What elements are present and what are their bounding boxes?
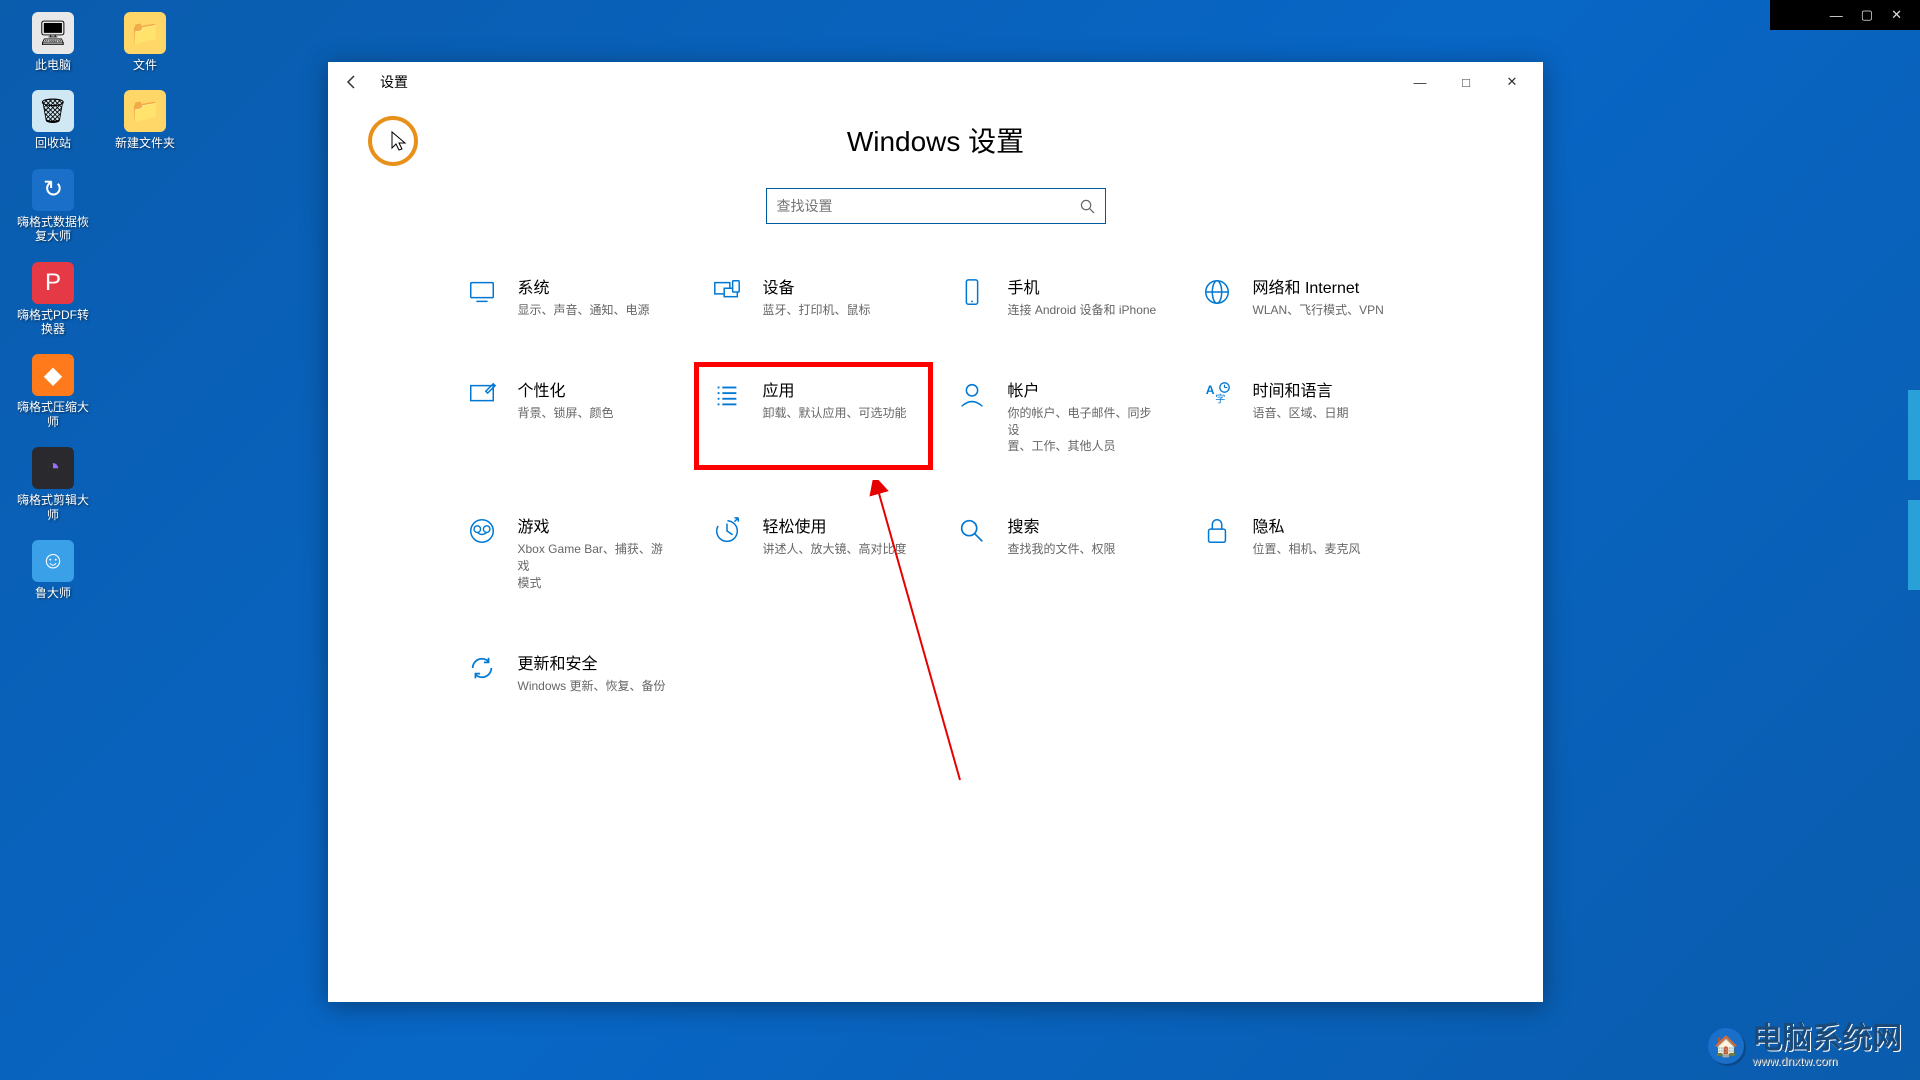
window-title: 设置	[380, 72, 408, 92]
recovery-icon: ↻	[32, 169, 74, 211]
browser-close[interactable]: ✕	[1891, 7, 1902, 23]
desktop: 🖥此电脑 📁文件 🗑回收站 📁新建文件夹 ↻嗨格式数据恢 复大师 P嗨格式PDF…	[8, 12, 190, 600]
personalize-icon	[464, 377, 500, 413]
category-desc: 位置、相机、麦克风	[1253, 541, 1361, 558]
category-gaming[interactable]: 游戏 Xbox Game Bar、捕获、游戏模式	[456, 505, 681, 599]
category-desc: 语音、区域、日期	[1253, 405, 1349, 422]
category-desc: 背景、锁屏、颜色	[518, 405, 614, 422]
network-icon	[1199, 274, 1235, 310]
back-button[interactable]	[336, 66, 368, 98]
category-title: 系统	[518, 274, 650, 298]
search-input[interactable]	[777, 198, 1080, 214]
category-title: 时间和语言	[1253, 377, 1349, 401]
category-title: 更新和安全	[518, 650, 666, 674]
category-update[interactable]: 更新和安全 Windows 更新、恢复、备份	[456, 642, 681, 703]
category-desc: 卸载、默认应用、可选功能	[763, 405, 907, 422]
category-title: 帐户	[1008, 377, 1163, 401]
update-icon	[464, 650, 500, 686]
desktop-icon-clip[interactable]: ◔嗨格式剪辑大 师	[8, 447, 98, 522]
category-desc: 显示、声音、通知、电源	[518, 302, 650, 319]
desktop-icon-ludashi[interactable]: ☺鲁大师	[8, 540, 98, 600]
category-title: 应用	[763, 377, 907, 401]
folder-icon: 📁	[124, 90, 166, 132]
computer-icon: 🖥	[32, 12, 74, 54]
desktop-icon-newfolder[interactable]: 📁新建文件夹	[100, 90, 190, 150]
browser-titlebar: — ▢ ✕	[1770, 0, 1920, 30]
category-title: 个性化	[518, 377, 614, 401]
system-icon	[464, 274, 500, 310]
category-personalize[interactable]: 个性化背景、锁屏、颜色	[456, 369, 681, 463]
desktop-icon-recover[interactable]: ↻嗨格式数据恢 复大师	[8, 169, 98, 244]
category-desc: 讲述人、放大镜、高对比度	[763, 541, 907, 558]
desktop-icon-pdf[interactable]: P嗨格式PDF转 换器	[8, 262, 98, 337]
desktop-icon-zip[interactable]: ◆嗨格式压缩大 师	[8, 354, 98, 429]
clip-icon: ◔	[32, 447, 74, 489]
devices-icon	[709, 274, 745, 310]
search-box[interactable]	[766, 188, 1106, 224]
category-title: 网络和 Internet	[1253, 274, 1384, 298]
category-ease[interactable]: 轻松使用讲述人、放大镜、高对比度	[701, 505, 926, 599]
category-privacy[interactable]: 隐私位置、相机、麦克风	[1191, 505, 1416, 599]
svg-text:A: A	[1205, 383, 1214, 397]
category-title: 游戏	[518, 513, 673, 537]
watermark-logo-icon: 🏠	[1708, 1028, 1744, 1064]
accent-bar	[1908, 390, 1920, 480]
category-title: 设备	[763, 274, 871, 298]
desktop-icon-recycle[interactable]: 🗑回收站	[8, 90, 98, 150]
compress-icon: ◆	[32, 354, 74, 396]
category-devices[interactable]: 设备蓝牙、打印机、鼠标	[701, 266, 926, 327]
page-heading: Windows 设置	[847, 120, 1024, 160]
minimize-button[interactable]: —	[1397, 66, 1443, 98]
category-accounts[interactable]: 帐户你的帐户、电子邮件、同步设置、工作、其他人员	[946, 369, 1171, 463]
category-apps[interactable]: 应用卸载、默认应用、可选功能	[701, 369, 926, 463]
desktop-icon-pc[interactable]: 🖥此电脑	[8, 12, 98, 72]
settings-window: 设置 — □ ✕ Windows 设置 系统显示、声音、通知、电源设备蓝牙、打印…	[328, 62, 1543, 1002]
apps-icon	[709, 377, 745, 413]
phone-icon	[954, 274, 990, 310]
gaming-icon	[464, 513, 500, 549]
category-grid: 系统显示、声音、通知、电源设备蓝牙、打印机、鼠标手机连接 Android 设备和…	[456, 266, 1416, 702]
pdf-icon: P	[32, 262, 74, 304]
category-time[interactable]: A字时间和语言语音、区域、日期	[1191, 369, 1416, 463]
maximize-button[interactable]: □	[1443, 66, 1489, 98]
ease-icon	[709, 513, 745, 549]
close-button[interactable]: ✕	[1489, 66, 1535, 98]
category-phone[interactable]: 手机连接 Android 设备和 iPhone	[946, 266, 1171, 327]
time-icon: A字	[1199, 377, 1235, 413]
folder-icon: 📁	[124, 12, 166, 54]
category-title: 手机	[1008, 274, 1157, 298]
category-desc: Windows 更新、恢复、备份	[518, 678, 666, 695]
settings-content: Windows 设置 系统显示、声音、通知、电源设备蓝牙、打印机、鼠标手机连接 …	[328, 102, 1543, 1002]
browser-maximize[interactable]: ▢	[1861, 7, 1873, 23]
window-titlebar: 设置 — □ ✕	[328, 62, 1543, 102]
svg-text:字: 字	[1215, 392, 1225, 405]
category-network[interactable]: 网络和 Internet WLAN、飞行模式、VPN	[1191, 266, 1416, 327]
category-desc: 连接 Android 设备和 iPhone	[1008, 302, 1157, 319]
category-title: 隐私	[1253, 513, 1361, 537]
watermark-text: 电脑系统网	[1752, 1024, 1902, 1054]
category-system[interactable]: 系统显示、声音、通知、电源	[456, 266, 681, 327]
category-desc: Xbox Game Bar、捕获、游戏模式	[518, 541, 673, 591]
category-title: 搜索	[1008, 513, 1116, 537]
avatar-icon: ☺	[32, 540, 74, 582]
privacy-icon	[1199, 513, 1235, 549]
category-search[interactable]: 搜索查找我的文件、权限	[946, 505, 1171, 599]
category-desc: WLAN、飞行模式、VPN	[1253, 302, 1384, 319]
watermark-url: www.dnxtw.com	[1752, 1054, 1902, 1068]
search-icon	[1080, 199, 1095, 214]
browser-minimize[interactable]: —	[1830, 8, 1843, 23]
search-icon	[954, 513, 990, 549]
recycle-bin-icon: 🗑	[32, 90, 74, 132]
category-desc: 查找我的文件、权限	[1008, 541, 1116, 558]
accent-bar	[1908, 500, 1920, 590]
category-title: 轻松使用	[763, 513, 907, 537]
category-desc: 蓝牙、打印机、鼠标	[763, 302, 871, 319]
desktop-icon-files[interactable]: 📁文件	[100, 12, 190, 72]
category-desc: 你的帐户、电子邮件、同步设置、工作、其他人员	[1008, 405, 1163, 455]
watermark: 🏠 电脑系统网 www.dnxtw.com	[1708, 1024, 1902, 1068]
accounts-icon	[954, 377, 990, 413]
